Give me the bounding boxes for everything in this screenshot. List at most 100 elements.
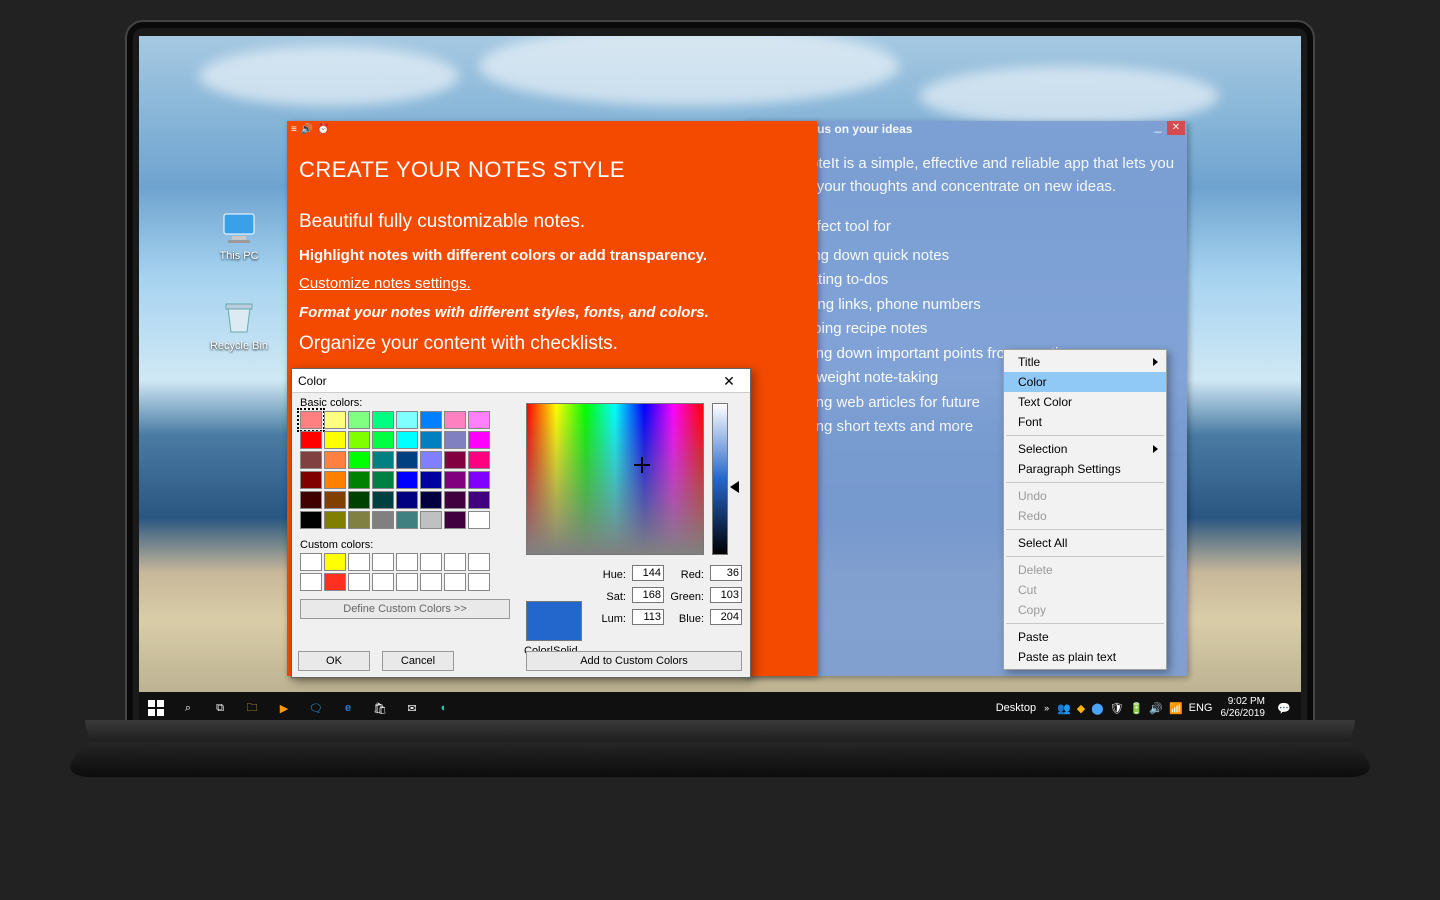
- color-swatch[interactable]: [324, 471, 346, 489]
- color-swatch[interactable]: [324, 511, 346, 529]
- color-swatch[interactable]: [324, 553, 346, 571]
- color-swatch[interactable]: [300, 431, 322, 449]
- chevron-icon[interactable]: »: [1044, 703, 1049, 713]
- color-swatch[interactable]: [300, 411, 322, 429]
- color-swatch[interactable]: [444, 573, 466, 591]
- menu-item[interactable]: Color: [1004, 372, 1166, 392]
- color-swatch[interactable]: [300, 511, 322, 529]
- luminance-slider[interactable]: [712, 403, 728, 555]
- tray-icon[interactable]: ◆: [1077, 702, 1085, 715]
- color-swatch[interactable]: [372, 471, 394, 489]
- color-swatch[interactable]: [396, 411, 418, 429]
- edge-button[interactable]: e: [337, 697, 359, 719]
- desktop-icon-recycle-bin[interactable]: Recycle Bin: [201, 296, 277, 352]
- people-icon[interactable]: 👥: [1057, 702, 1071, 715]
- color-swatch[interactable]: [300, 491, 322, 509]
- color-swatch[interactable]: [420, 553, 442, 571]
- red-input[interactable]: [710, 565, 742, 581]
- color-swatch[interactable]: [348, 573, 370, 591]
- color-swatch[interactable]: [372, 511, 394, 529]
- hue-input[interactable]: [632, 565, 664, 581]
- color-swatch[interactable]: [372, 573, 394, 591]
- color-swatch[interactable]: [444, 491, 466, 509]
- color-swatch[interactable]: [396, 471, 418, 489]
- note-titlebar[interactable]: ≡ 🔊 ⏰: [287, 121, 817, 137]
- task-view-button[interactable]: ⧉: [209, 697, 231, 719]
- color-swatch[interactable]: [300, 451, 322, 469]
- color-swatch[interactable]: [444, 411, 466, 429]
- note-body[interactable]: CREATE YOUR NOTES STYLE Beautiful fully …: [287, 137, 817, 371]
- action-center-button[interactable]: 💬: [1273, 697, 1295, 719]
- color-swatch[interactable]: [468, 471, 490, 489]
- store-button[interactable]: 🛍: [369, 697, 391, 719]
- system-tray[interactable]: 👥 ◆ ⬤ 🛡 🔋 🔊 📶 ENG: [1057, 702, 1212, 715]
- app-button[interactable]: ◐: [433, 697, 455, 719]
- close-button[interactable]: ✕: [1167, 121, 1185, 135]
- color-swatch[interactable]: [348, 411, 370, 429]
- alarm-icon[interactable]: ⏰: [317, 124, 329, 135]
- color-swatch[interactable]: [372, 553, 394, 571]
- color-swatch[interactable]: [348, 511, 370, 529]
- color-swatch[interactable]: [372, 491, 394, 509]
- color-swatch[interactable]: [420, 471, 442, 489]
- color-swatch[interactable]: [468, 451, 490, 469]
- color-swatch[interactable]: [324, 491, 346, 509]
- minimize-button[interactable]: _: [1149, 121, 1167, 135]
- file-explorer-button[interactable]: 🗀: [241, 697, 263, 719]
- color-swatch[interactable]: [420, 451, 442, 469]
- lum-input[interactable]: [632, 609, 664, 625]
- volume-icon[interactable]: 🔊: [1149, 702, 1163, 715]
- color-dialog[interactable]: Color ✕ Basic colors: Custom colors: Def…: [291, 368, 751, 678]
- language-indicator[interactable]: ENG: [1189, 702, 1213, 714]
- color-swatch[interactable]: [420, 431, 442, 449]
- color-swatch[interactable]: [468, 411, 490, 429]
- color-swatch[interactable]: [372, 451, 394, 469]
- cancel-button[interactable]: Cancel: [382, 651, 454, 671]
- ok-button[interactable]: OK: [298, 651, 370, 671]
- color-swatch[interactable]: [348, 471, 370, 489]
- wifi-icon[interactable]: 📶: [1169, 702, 1183, 715]
- context-menu[interactable]: TitleColorText ColorFontSelectionParagra…: [1003, 349, 1167, 670]
- color-swatch[interactable]: [420, 411, 442, 429]
- menu-item[interactable]: Selection: [1004, 439, 1166, 459]
- color-swatch[interactable]: [468, 491, 490, 509]
- color-swatch[interactable]: [396, 553, 418, 571]
- color-swatch[interactable]: [348, 431, 370, 449]
- color-swatch[interactable]: [396, 451, 418, 469]
- taskbar-clock[interactable]: 9:02 PM 6/26/2019: [1221, 696, 1266, 720]
- color-swatch[interactable]: [420, 491, 442, 509]
- color-swatch[interactable]: [324, 573, 346, 591]
- color-swatch[interactable]: [420, 511, 442, 529]
- menu-item[interactable]: Font: [1004, 412, 1166, 432]
- menu-icon[interactable]: ≡: [291, 124, 297, 135]
- blue-input[interactable]: [710, 609, 742, 625]
- close-button[interactable]: ✕: [714, 370, 744, 392]
- dialog-titlebar[interactable]: Color ✕: [292, 369, 750, 393]
- tray-icon[interactable]: 🛡: [1110, 702, 1124, 715]
- color-swatch[interactable]: [324, 411, 346, 429]
- color-swatch[interactable]: [468, 511, 490, 529]
- color-swatch[interactable]: [396, 511, 418, 529]
- color-swatch[interactable]: [444, 511, 466, 529]
- color-swatch[interactable]: [300, 553, 322, 571]
- menu-item[interactable]: Paragraph Settings: [1004, 459, 1166, 479]
- add-to-custom-button[interactable]: Add to Custom Colors: [526, 651, 742, 671]
- tray-icon[interactable]: ⬤: [1091, 702, 1103, 715]
- color-swatch[interactable]: [444, 431, 466, 449]
- color-spectrum[interactable]: [526, 403, 704, 555]
- menu-item[interactable]: Paste: [1004, 627, 1166, 647]
- color-swatch[interactable]: [324, 451, 346, 469]
- color-swatch[interactable]: [396, 431, 418, 449]
- color-swatch[interactable]: [372, 411, 394, 429]
- define-custom-button[interactable]: Define Custom Colors >>: [300, 599, 510, 619]
- color-swatch[interactable]: [300, 573, 322, 591]
- color-swatch[interactable]: [396, 573, 418, 591]
- menu-item[interactable]: Paste as plain text: [1004, 647, 1166, 667]
- sat-input[interactable]: [632, 587, 664, 603]
- start-button[interactable]: [145, 697, 167, 719]
- desktop-icon-this-pc[interactable]: This PC: [201, 206, 277, 262]
- color-swatch[interactable]: [396, 491, 418, 509]
- search-button[interactable]: ⌕: [177, 697, 199, 719]
- color-swatch[interactable]: [420, 573, 442, 591]
- color-swatch[interactable]: [468, 553, 490, 571]
